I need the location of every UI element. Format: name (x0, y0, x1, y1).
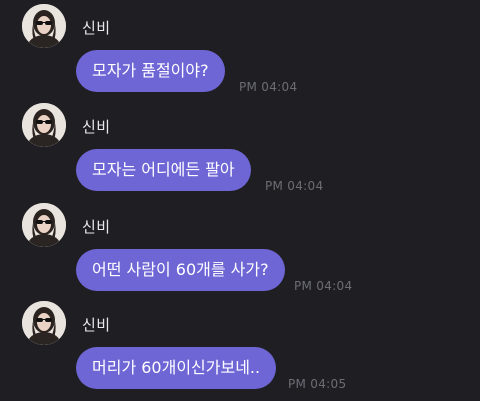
avatar[interactable] (22, 103, 66, 147)
avatar[interactable] (22, 4, 66, 48)
message-group: 신비 모자가 품절이야? PM 04:04 (0, 4, 480, 104)
avatar[interactable] (22, 301, 66, 345)
avatar[interactable] (22, 203, 66, 247)
sender-name: 신비 (82, 316, 111, 334)
profile-photo-icon (22, 203, 66, 247)
message-group: 신비 어떤 사람이 60개를 사가? PM 04:04 (0, 203, 480, 303)
sender-name: 신비 (82, 118, 111, 136)
profile-photo-icon (22, 103, 66, 147)
message-group: 신비 머리가 60개이신가보네.. PM 04:05 (0, 301, 480, 401)
message-timestamp: PM 04:05 (288, 377, 347, 391)
message-group: 신비 모자는 어디에든 팔아 PM 04:04 (0, 103, 480, 203)
message-timestamp: PM 04:04 (239, 80, 298, 94)
message-timestamp: PM 04:04 (265, 179, 324, 193)
profile-photo-icon (22, 301, 66, 345)
message-bubble[interactable]: 머리가 60개이신가보네.. (76, 347, 277, 389)
sender-name: 신비 (82, 218, 111, 236)
sender-name: 신비 (82, 19, 111, 37)
message-bubble[interactable]: 모자는 어디에든 팔아 (76, 149, 251, 191)
profile-photo-icon (22, 4, 66, 48)
chat-thread: 신비 모자가 품절이야? PM 04:04 신비 모자는 어디에든 팔아 PM … (0, 0, 480, 401)
message-bubble[interactable]: 모자가 품절이야? (76, 50, 225, 92)
message-timestamp: PM 04:04 (294, 279, 353, 293)
message-bubble[interactable]: 어떤 사람이 60개를 사가? (76, 249, 285, 291)
